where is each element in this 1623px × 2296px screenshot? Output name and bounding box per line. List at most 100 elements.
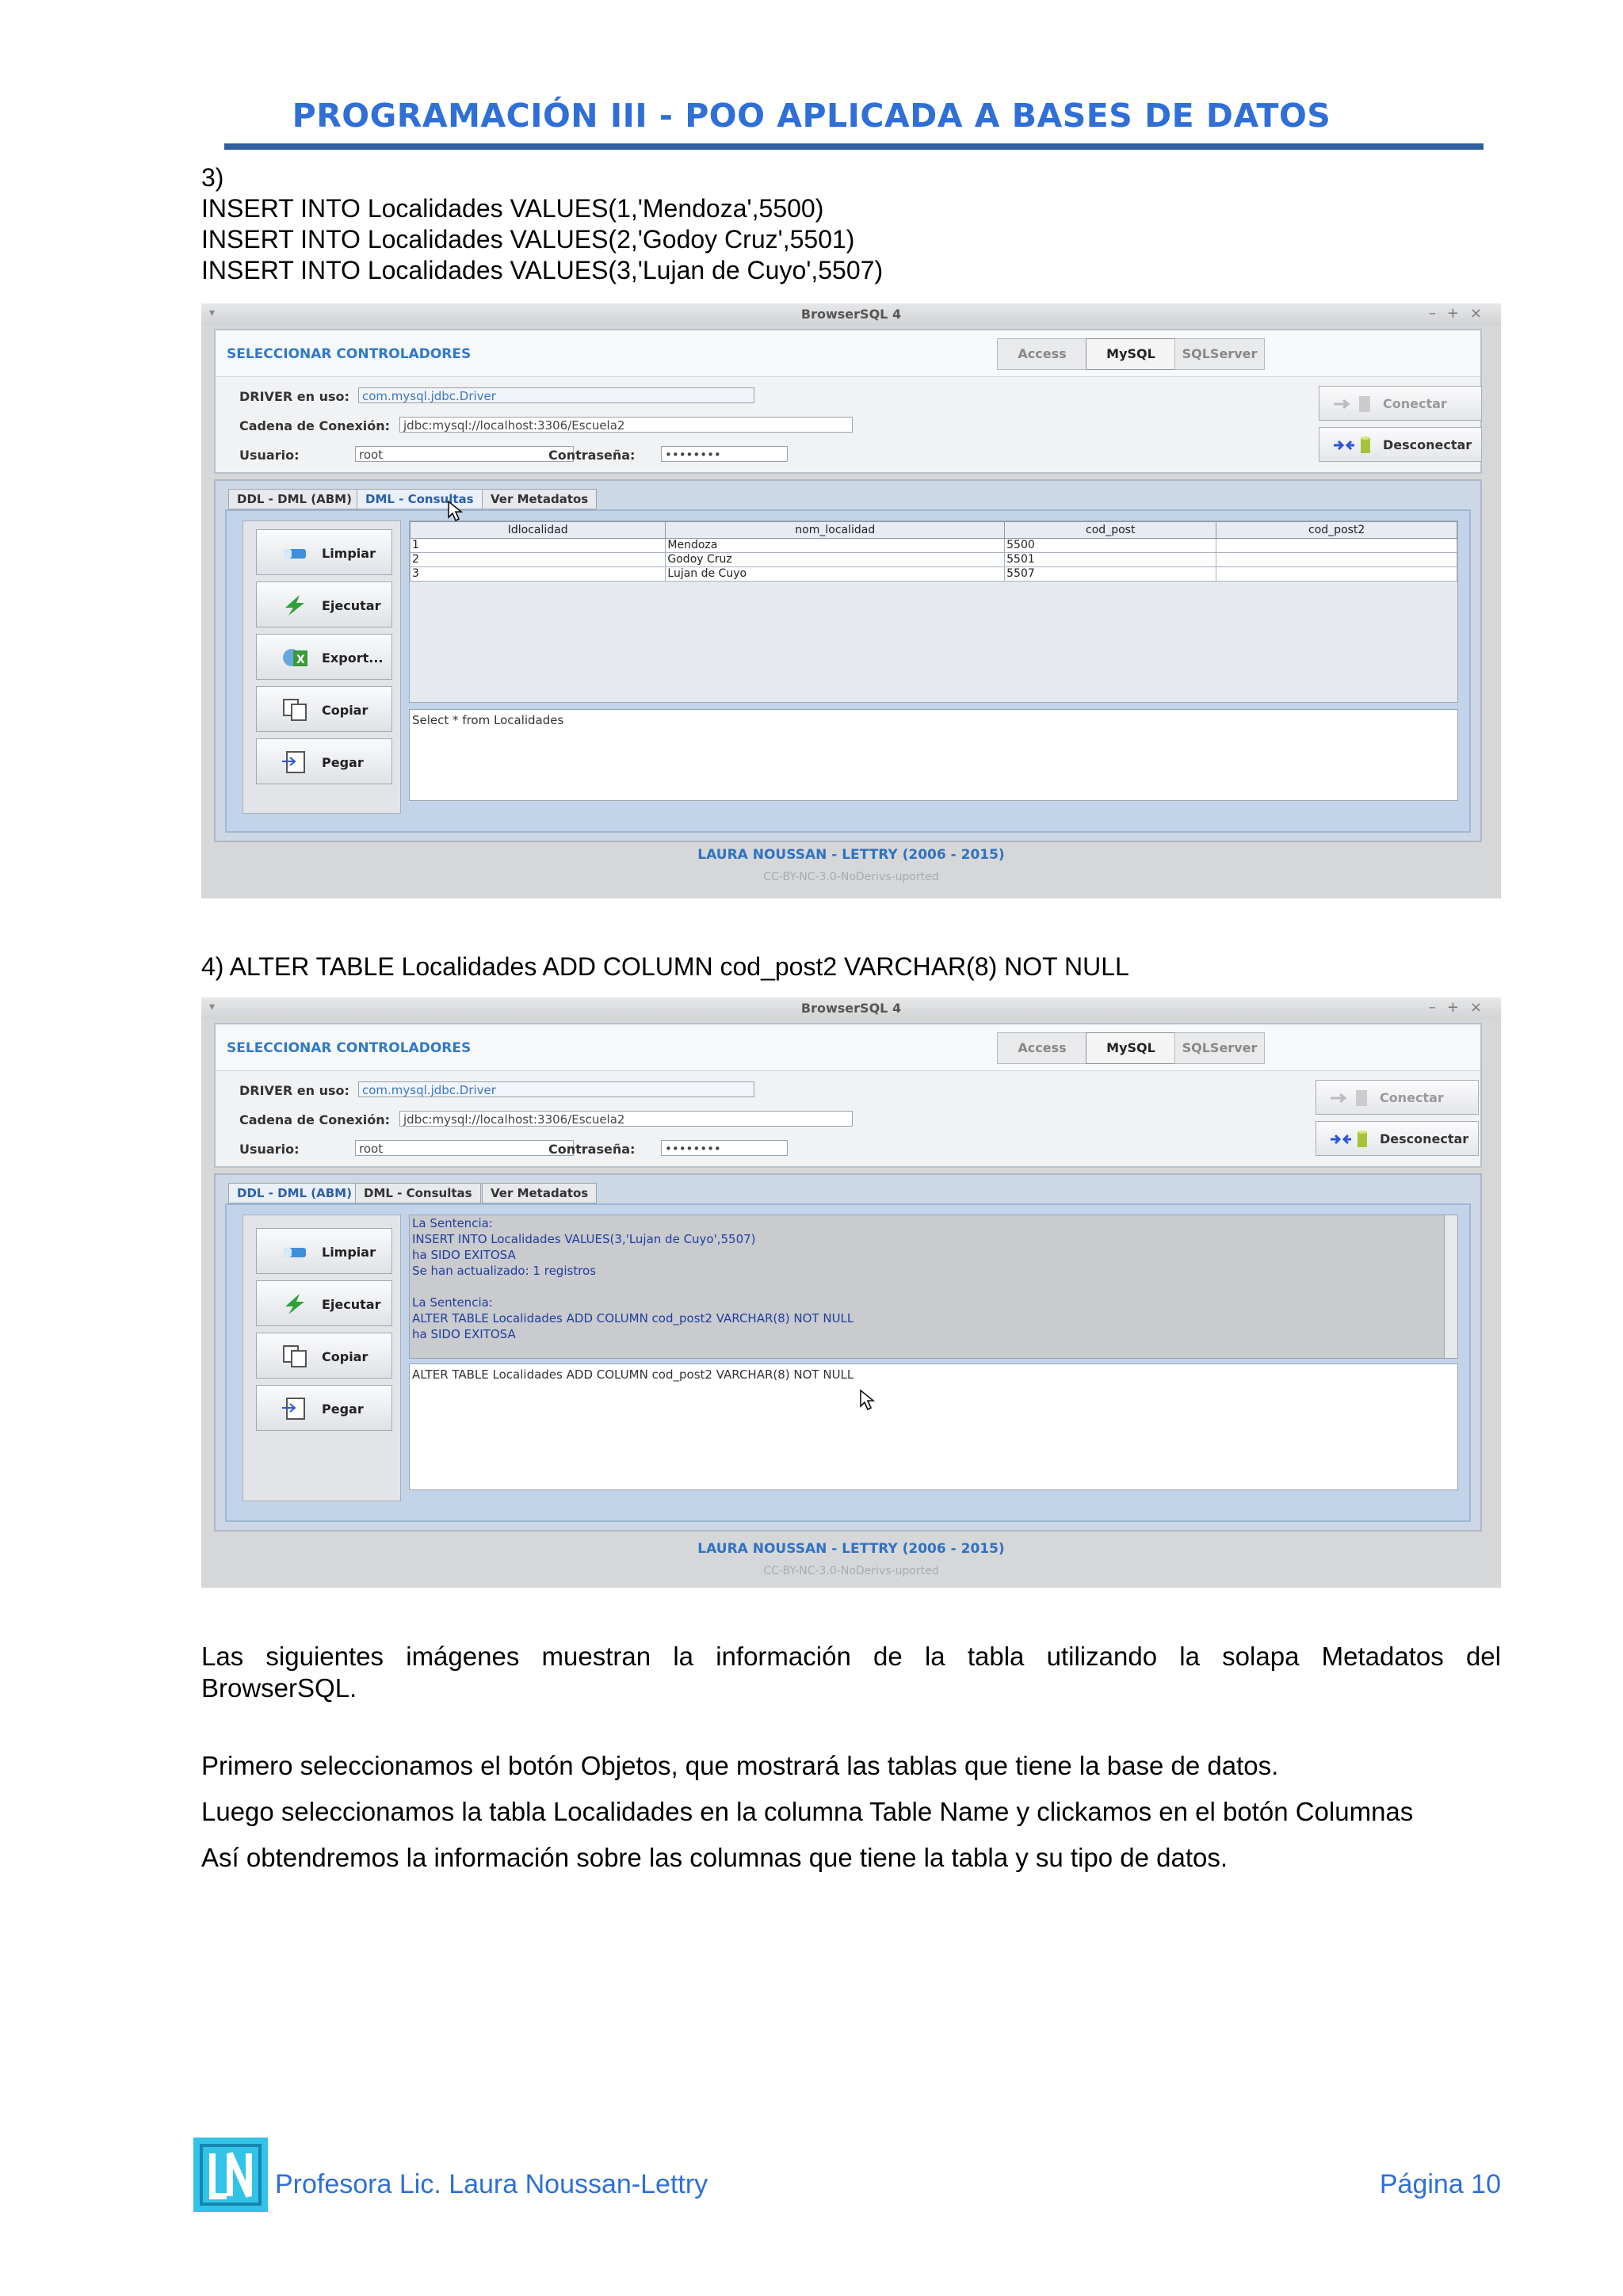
cell[interactable]	[1216, 566, 1457, 582]
column-header[interactable]: Idlocalidad	[410, 521, 666, 539]
screenshot-browsersql-query: ▾ BrowserSQL 4 –+× SELECCIONAR CONTROLAD…	[201, 303, 1501, 898]
window-controls[interactable]: –+×	[1429, 305, 1493, 322]
app-credit: LAURA NOUSSAN - LETTRY (2006 - 2015)	[697, 847, 1005, 863]
sql-line: INSERT INTO Localidades VALUES(2,'Godoy …	[201, 225, 855, 254]
disconnect-icon	[1331, 1131, 1367, 1147]
cell[interactable]: 5507	[1004, 566, 1217, 582]
table-row[interactable]: 3 Lujan de Cuyo 5507	[410, 566, 1457, 582]
controllers-title: SELECCIONAR CONTROLADORES	[227, 346, 472, 362]
tab-access[interactable]: Access	[997, 1032, 1087, 1064]
tab-sqlserver[interactable]: SQLServer	[1174, 1032, 1265, 1064]
tab-mysql[interactable]: MySQL	[1086, 1032, 1176, 1064]
paragraph-1: Las siguientes imágenes muestran la info…	[201, 1642, 1501, 1671]
copiar-button[interactable]: Copiar	[256, 1333, 392, 1379]
password-label: Contraseña:	[548, 1142, 636, 1157]
tab-ddl-dml[interactable]: DDL - DML (ABM)	[228, 489, 361, 509]
query-area: Limpiar Ejecutar Copiar Pegar La Sentenc…	[225, 1203, 1471, 1522]
controllers-header: SELECCIONAR CONTROLADORES Access MySQL S…	[216, 330, 1480, 377]
limpiar-label: Limpiar	[322, 546, 376, 561]
pegar-label: Pegar	[322, 755, 364, 770]
statement-input[interactable]: ALTER TABLE Localidades ADD COLUMN cod_p…	[409, 1363, 1458, 1490]
results-grid[interactable]: Idlocalidad nom_localidad cod_post cod_p…	[409, 521, 1458, 703]
message-line: ha SIDO EXITOSA	[412, 1327, 516, 1341]
user-input[interactable]: root	[355, 446, 574, 462]
actions-column: Limpiar Ejecutar X Export... Copiar Pega…	[242, 521, 401, 814]
tab-dml-consultas[interactable]: DML - Consultas	[355, 1183, 481, 1203]
cell[interactable]: Lujan de Cuyo	[665, 566, 1006, 582]
cell[interactable]	[1216, 552, 1457, 567]
connection-string-input[interactable]: jdbc:mysql://localhost:3306/Escuela2	[399, 417, 853, 433]
window-controls[interactable]: –+×	[1429, 999, 1493, 1016]
section3-label: 3)	[201, 163, 224, 192]
copy-icon	[283, 1345, 307, 1367]
copiar-button[interactable]: Copiar	[256, 686, 392, 732]
svg-text:X: X	[296, 654, 305, 666]
query-area: Limpiar Ejecutar X Export... Copiar Pega…	[225, 509, 1471, 833]
author-logo	[193, 2138, 268, 2212]
disconnect-button[interactable]: Desconectar	[1319, 427, 1482, 462]
actions-column: Limpiar Ejecutar Copiar Pegar	[242, 1215, 401, 1501]
column-header[interactable]: cod_post	[1004, 521, 1217, 539]
section4-heading: 4) ALTER TABLE Localidades ADD COLUMN co…	[201, 952, 1129, 981]
query-input[interactable]: Select * from Localidades	[409, 709, 1458, 801]
tab-sqlserver[interactable]: SQLServer	[1174, 338, 1265, 370]
mouse-cursor-icon	[448, 500, 464, 522]
controllers-title: SELECCIONAR CONTROLADORES	[227, 1040, 472, 1056]
column-header[interactable]: nom_localidad	[665, 521, 1006, 539]
column-header[interactable]: cod_post2	[1216, 521, 1457, 539]
pegar-button[interactable]: Pegar	[256, 738, 392, 784]
cell[interactable]: 1	[410, 538, 666, 553]
cell[interactable]: 5501	[1004, 552, 1217, 567]
driver-field: com.mysql.jdbc.Driver	[358, 387, 754, 403]
messages-output[interactable]: La Sentencia: INSERT INTO Localidades VA…	[409, 1215, 1458, 1359]
password-input[interactable]: ••••••••	[661, 1140, 788, 1156]
disconnect-label: Desconectar	[1383, 437, 1472, 452]
limpiar-button[interactable]: Limpiar	[256, 1228, 392, 1274]
app-credit: LAURA NOUSSAN - LETTRY (2006 - 2015)	[697, 1541, 1005, 1557]
cell[interactable]: 2	[410, 552, 666, 567]
cell[interactable]: Mendoza	[665, 538, 1006, 553]
tab-ver-metadatos[interactable]: Ver Metadatos	[482, 1183, 598, 1203]
cell[interactable]: 3	[410, 566, 666, 582]
message-line: ALTER TABLE Localidades ADD COLUMN cod_p…	[412, 1311, 854, 1325]
cell[interactable]	[1216, 538, 1457, 553]
user-label: Usuario:	[239, 448, 300, 463]
grid-header-row: Idlocalidad nom_localidad cod_post cod_p…	[410, 521, 1457, 539]
connection-string-input[interactable]: jdbc:mysql://localhost:3306/Escuela2	[399, 1111, 853, 1127]
table-row[interactable]: 1 Mendoza 5500	[410, 538, 1457, 553]
tab-ddl-dml[interactable]: DDL - DML (ABM)	[228, 1183, 361, 1203]
disconnect-label: Desconectar	[1380, 1131, 1469, 1146]
cell[interactable]: 5500	[1004, 538, 1217, 553]
message-line: Se han actualizado: 1 registros	[412, 1264, 597, 1278]
controllers-header: SELECCIONAR CONTROLADORES Access MySQL S…	[216, 1024, 1480, 1071]
messages-scrollbar[interactable]	[1444, 1215, 1457, 1358]
connect-icon	[1331, 1090, 1367, 1106]
limpiar-button[interactable]: Limpiar	[256, 529, 392, 575]
connect-button[interactable]: Conectar	[1319, 386, 1482, 421]
ejecutar-button[interactable]: Ejecutar	[256, 582, 392, 627]
lightning-icon	[285, 1294, 304, 1314]
tab-mysql[interactable]: MySQL	[1086, 338, 1176, 370]
export-button[interactable]: X Export...	[256, 634, 392, 680]
user-label: Usuario:	[239, 1142, 300, 1157]
password-label: Contraseña:	[548, 448, 636, 463]
message-line: La Sentencia:	[412, 1216, 493, 1230]
connect-label: Conectar	[1380, 1090, 1444, 1105]
connect-label: Conectar	[1383, 396, 1447, 411]
cell[interactable]: Godoy Cruz	[665, 552, 1006, 567]
tab-access[interactable]: Access	[997, 338, 1087, 370]
header-rule	[224, 143, 1484, 150]
connect-button[interactable]: Conectar	[1316, 1080, 1479, 1115]
disconnect-button[interactable]: Desconectar	[1316, 1121, 1479, 1156]
paragraph-4: Así obtendremos la información sobre las…	[201, 1843, 1228, 1872]
sql-line: INSERT INTO Localidades VALUES(3,'Lujan …	[201, 256, 884, 284]
user-input[interactable]: root	[355, 1140, 574, 1156]
paste-icon	[282, 751, 305, 773]
tab-ver-metadatos[interactable]: Ver Metadatos	[482, 489, 598, 509]
ejecutar-button[interactable]: Ejecutar	[256, 1280, 392, 1326]
connection-label: Cadena de Conexión:	[239, 418, 391, 433]
password-input[interactable]: ••••••••	[661, 446, 788, 462]
pegar-button[interactable]: Pegar	[256, 1385, 392, 1431]
table-row[interactable]: 2 Godoy Cruz 5501	[410, 552, 1457, 567]
controllers-panel: SELECCIONAR CONTROLADORES Access MySQL S…	[214, 1023, 1482, 1168]
